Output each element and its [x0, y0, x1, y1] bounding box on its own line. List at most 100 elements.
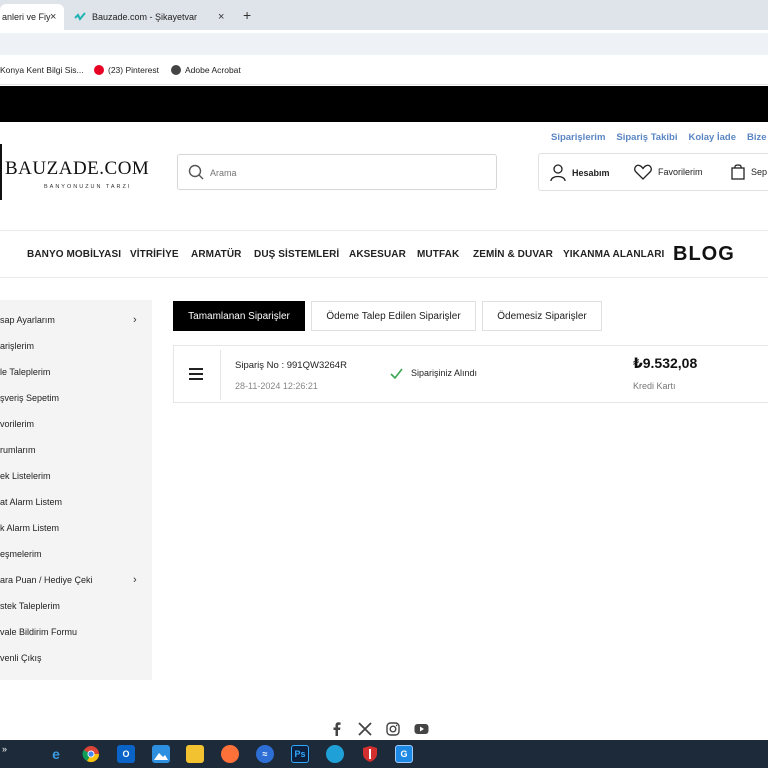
browser-tab-active[interactable]: anleri ve Fiy × [0, 4, 64, 30]
sidebar-item-cart[interactable]: şveriş Sepetim [0, 393, 59, 403]
sidebar-item-logout[interactable]: venli Çıkış [0, 653, 42, 663]
sidebar-item-messages[interactable]: eşmelerim [0, 549, 42, 559]
bookmark-item[interactable]: (23) Pinterest [94, 65, 159, 75]
tab-unpaid-orders[interactable]: Ödemesiz Siparişler [482, 301, 602, 331]
tab-completed-orders[interactable]: Tamamlanan Siparişler [173, 301, 305, 331]
facebook-icon[interactable] [330, 722, 344, 736]
sidebar-item-points-gift-card[interactable]: ara Puan / Hediye Çeki [0, 575, 93, 585]
sidebar-item-transfer-form[interactable]: vale Bildirim Formu [0, 627, 77, 637]
sidebar-item-orders[interactable]: arişlerim [0, 341, 34, 351]
tab-label: anleri ve Fiy [2, 12, 51, 22]
outlook-icon[interactable]: O [117, 745, 135, 763]
top-links: Siparişlerim Sipariş Takibi Kolay İade Bize… [551, 132, 768, 143]
sidebar-item-stock-alarm[interactable]: k Alarm Listem [0, 523, 59, 533]
social-links [330, 722, 429, 736]
globe-icon [171, 65, 181, 75]
logo-bar [0, 144, 2, 200]
photos-icon[interactable] [152, 745, 170, 763]
top-link-returns[interactable]: Kolay İade [688, 132, 736, 143]
bookmark-item[interactable]: Konya Kent Bilgi Sis... [0, 65, 84, 75]
photoshop-icon[interactable]: Ps [291, 745, 309, 763]
shopping-bag-icon [731, 164, 745, 180]
ie-icon[interactable]: e [47, 745, 65, 763]
sidebar-item-favorites[interactable]: vorilerim [0, 419, 34, 429]
logo-title: BAUZADE.COM [5, 158, 150, 179]
browser-tab-strip: anleri ve Fiy × Bauzade.com - Şikayetvar… [0, 0, 768, 30]
order-row[interactable]: Sipariş No : 991QW3264R 28-11-2024 12:26… [173, 345, 768, 403]
announcement-bar [0, 86, 768, 122]
nav-item-zemin-duvar[interactable]: ZEMİN & DUVAR [473, 249, 553, 260]
favorites-button[interactable]: Favorilerim [634, 164, 703, 180]
nav-item-mutfak[interactable]: MUTFAK [417, 249, 459, 260]
order-status: Siparişiniz Alındı [411, 368, 478, 378]
edge-icon[interactable] [326, 745, 344, 763]
check-icon [390, 368, 403, 379]
bookmark-label: Adobe Acrobat [185, 65, 241, 75]
order-date: 28-11-2024 12:26:21 [235, 381, 318, 391]
chrome-icon[interactable] [82, 745, 100, 763]
app-icon[interactable]: ≈ [256, 745, 274, 763]
account-label: Hesabım [572, 168, 610, 178]
close-tab-icon[interactable]: × [218, 11, 224, 23]
os-taskbar: » e O ≈ Ps G [0, 740, 768, 768]
sidebar-item-reviews[interactable]: rumlarım [0, 445, 36, 455]
nav-item-aksesuar[interactable]: AKSESUAR [349, 249, 406, 260]
browser-tab[interactable]: Bauzade.com - Şikayetvar × [70, 4, 232, 30]
account-button[interactable]: Hesabım [550, 164, 610, 182]
close-tab-icon[interactable]: × [50, 11, 56, 23]
cart-label: Sep [751, 167, 768, 177]
pinterest-icon [94, 65, 104, 75]
firefox-icon[interactable] [221, 745, 239, 763]
top-link-tracking[interactable]: Sipariş Takibi [616, 132, 677, 143]
order-amount: ₺9.532,08 [633, 355, 698, 371]
tab-payment-requested-orders[interactable]: Ödeme Talep Edilen Siparişler [311, 301, 476, 331]
sidebar-item-account-settings[interactable]: sap Ayarlarım [0, 315, 55, 325]
favorites-label: Favorilerim [658, 167, 703, 177]
logo-subtitle: BANYONUZUN TARZI [44, 184, 132, 190]
payment-method: Kredi Kartı [633, 381, 676, 391]
youtube-icon[interactable] [414, 722, 429, 736]
sidebar-item-price-alarm[interactable]: at Alarm Listem [0, 497, 62, 507]
search-icon[interactable] [188, 164, 204, 180]
nav-item-vitrifiye[interactable]: VİTRİFİYE [130, 249, 179, 260]
bookmarks-bar: Konya Kent Bilgi Sis... (23) Pinterest A… [0, 57, 768, 85]
bookmark-item[interactable]: Adobe Acrobat [171, 65, 241, 75]
account-panel: Hesabım Favorilerim Sep [538, 153, 768, 191]
nav-item-banyo-mobilyasi[interactable]: BANYO MOBİLYASI [27, 249, 121, 260]
bookmark-label: (23) Pinterest [108, 65, 160, 75]
nav-item-blog[interactable]: BLOG [673, 243, 735, 266]
account-sidebar: sap Ayarlarım › arişlerim le Taleplerim … [0, 300, 152, 680]
main-nav: BANYO MOBİLYASI VİTRİFİYE ARMATÜR DUŞ Sİ… [0, 230, 768, 278]
chevron-right-icon[interactable]: › [133, 314, 137, 326]
nav-item-armatur[interactable]: ARMATÜR [191, 249, 242, 260]
address-bar [0, 30, 768, 57]
cart-button[interactable]: Sep [731, 164, 767, 180]
nav-item-dus-sistemleri[interactable]: DUŞ SİSTEMLERİ [254, 249, 339, 260]
sidebar-item-return-requests[interactable]: le Taleplerim [0, 367, 50, 377]
top-link-contact[interactable]: Bize U [747, 132, 768, 143]
top-link-orders[interactable]: Siparişlerim [551, 132, 605, 143]
search-box [177, 154, 497, 190]
sikayetvar-favicon-icon [74, 12, 86, 21]
tab-label: Bauzade.com - Şikayetvar [92, 12, 198, 22]
site-logo[interactable]: BAUZADE.COM BANYONUZUN TARZI [0, 144, 149, 200]
nav-item-yikanma-alanlari[interactable]: YIKANMA ALANLARI [563, 249, 664, 260]
x-icon[interactable] [358, 722, 372, 736]
bookmark-label: Konya Kent Bilgi Sis... [0, 65, 84, 75]
order-divider [220, 350, 221, 400]
user-icon [550, 164, 566, 182]
instagram-icon[interactable] [386, 722, 400, 736]
explorer-icon[interactable] [186, 745, 204, 763]
search-input[interactable] [210, 164, 480, 182]
shield-icon[interactable] [361, 745, 379, 763]
order-number: Sipariş No : 991QW3264R [235, 360, 347, 371]
menu-icon[interactable] [189, 368, 203, 380]
heart-icon [634, 164, 652, 180]
new-tab-button[interactable]: + [243, 7, 251, 23]
app2-icon[interactable]: G [395, 745, 413, 763]
sidebar-item-wish-lists[interactable]: ek Listelerim [0, 471, 51, 481]
sidebar-item-requests[interactable]: stek Taleplerim [0, 601, 60, 611]
chevron-right-icon[interactable]: › [133, 574, 137, 586]
chevron-up-icon[interactable]: » [2, 744, 7, 754]
address-field[interactable] [0, 33, 768, 55]
